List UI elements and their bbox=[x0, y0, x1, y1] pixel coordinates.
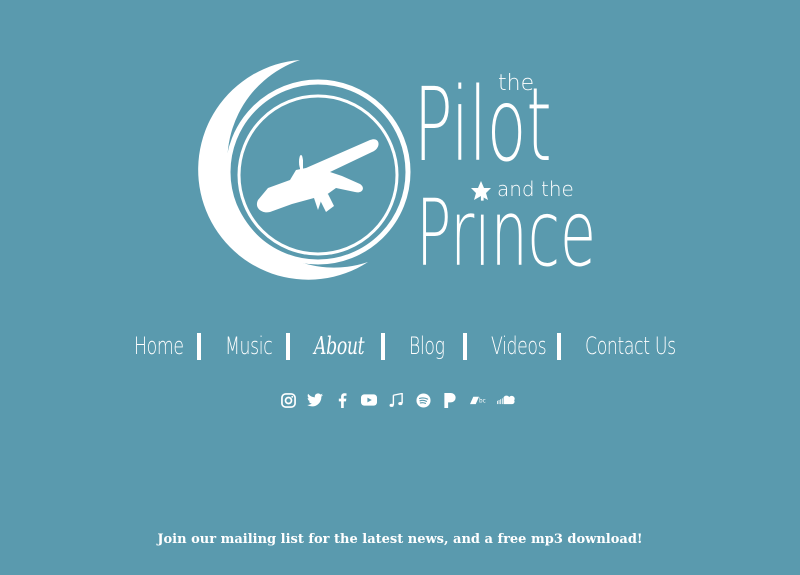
nav-home[interactable]: Home bbox=[134, 332, 184, 360]
airplane-icon bbox=[256, 139, 379, 213]
nav-divider bbox=[197, 333, 201, 360]
page: the Pilot and the Prince Home Music Abou… bbox=[0, 0, 800, 575]
youtube-icon[interactable] bbox=[360, 391, 378, 409]
pandora-icon[interactable] bbox=[441, 391, 459, 409]
bandcamp-icon[interactable]: bc bbox=[470, 391, 488, 409]
nav-blog[interactable]: Blog bbox=[409, 332, 445, 360]
brand-prince: Prince bbox=[416, 180, 596, 287]
nav-divider bbox=[557, 333, 561, 360]
spotify-icon[interactable] bbox=[414, 391, 432, 409]
nav-divider bbox=[463, 333, 467, 360]
nav-divider bbox=[381, 333, 385, 360]
nav-about[interactable]: About bbox=[314, 332, 365, 360]
nav-divider bbox=[286, 333, 290, 360]
facebook-icon[interactable] bbox=[333, 391, 351, 409]
instagram-icon[interactable] bbox=[279, 391, 297, 409]
soundcloud-icon[interactable] bbox=[497, 391, 515, 409]
site-logo[interactable]: the Pilot and the Prince bbox=[0, 0, 800, 300]
nav-music[interactable]: Music bbox=[225, 332, 273, 360]
svg-text:bc: bc bbox=[479, 398, 486, 404]
mailing-list-text: Join our mailing list for the latest new… bbox=[157, 532, 643, 547]
nav-contact-us[interactable]: Contact Us bbox=[585, 332, 676, 360]
main-nav: Home Music About Blog Videos Contact Us bbox=[0, 326, 800, 370]
nav-videos[interactable]: Videos bbox=[491, 332, 547, 360]
music-note-icon[interactable] bbox=[387, 391, 405, 409]
brand-pilot: Pilot bbox=[414, 65, 552, 184]
social-links: bc bbox=[0, 391, 800, 411]
twitter-icon[interactable] bbox=[306, 391, 324, 409]
